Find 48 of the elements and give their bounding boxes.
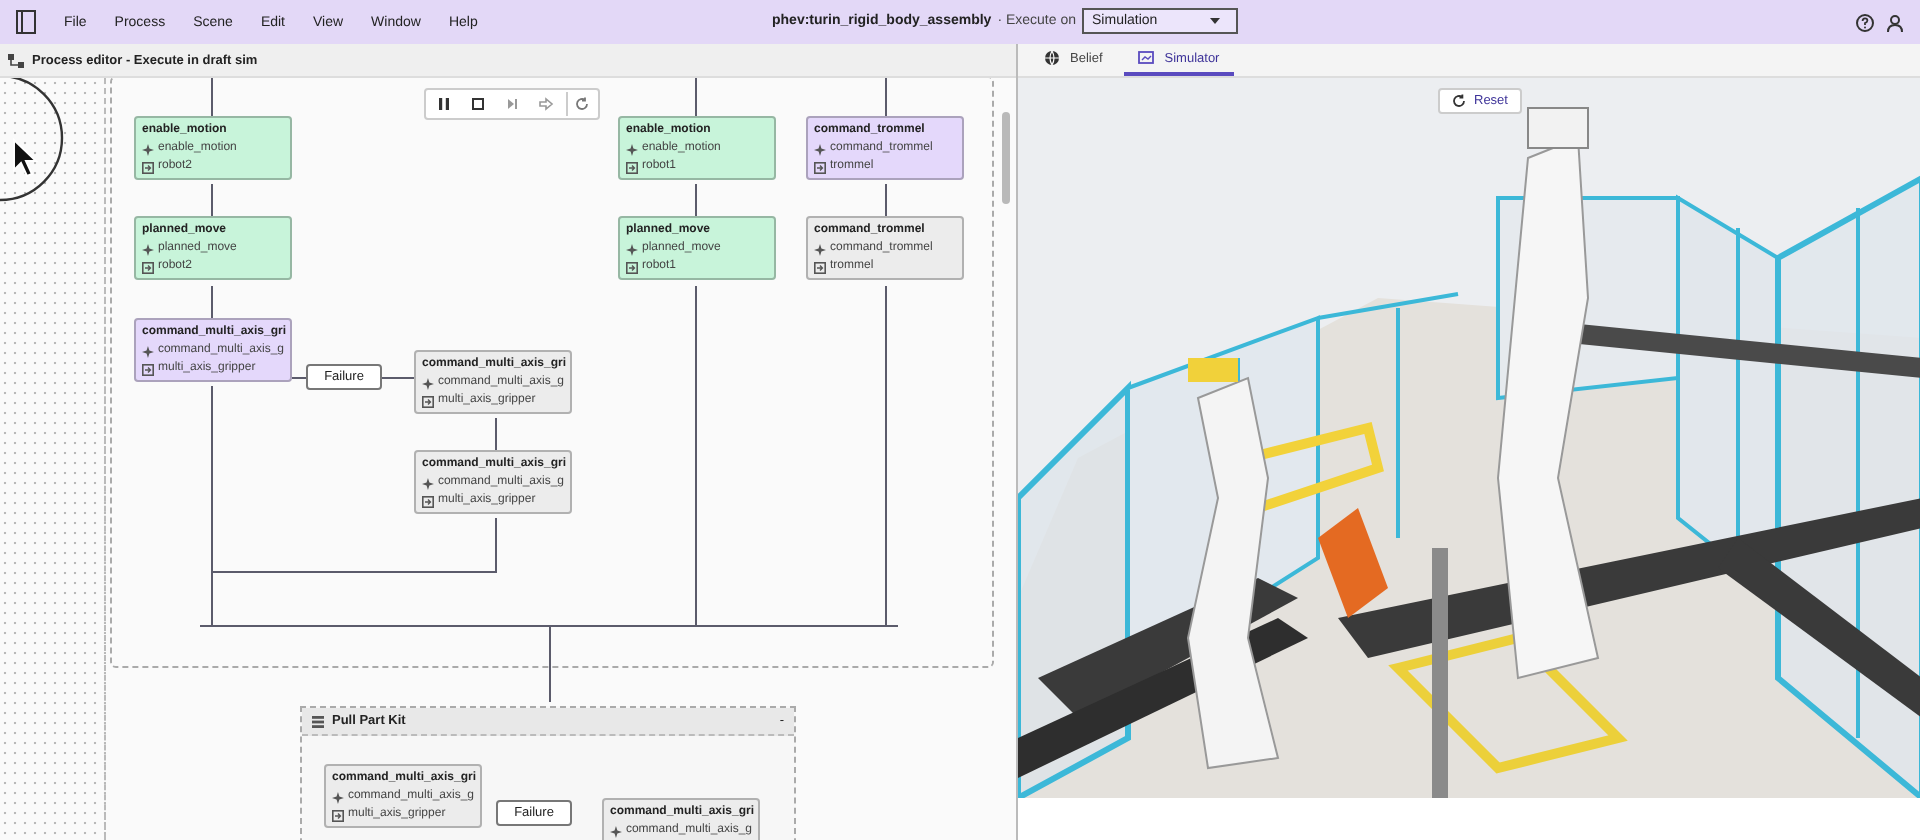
connector-line	[211, 183, 213, 217]
pause-icon	[436, 96, 452, 112]
globe-icon	[1044, 50, 1060, 66]
resource-icon	[626, 261, 638, 273]
resource-icon	[142, 261, 154, 273]
connector-line	[381, 377, 415, 379]
user-icon[interactable]	[1886, 13, 1904, 31]
connector-line	[495, 417, 497, 451]
refresh-button[interactable]	[566, 92, 594, 116]
step-icon	[504, 96, 520, 112]
resource-icon	[626, 161, 638, 173]
connector-line	[291, 377, 307, 379]
connector-line	[885, 183, 887, 217]
list-icon	[312, 715, 324, 727]
connector-line	[695, 78, 697, 117]
resource-icon	[814, 261, 826, 273]
resource-icon	[422, 395, 434, 407]
resource-icon	[332, 809, 344, 821]
sparkle-icon	[814, 243, 826, 255]
resource-icon	[142, 363, 154, 375]
connector-line	[695, 183, 697, 217]
image-icon	[1138, 50, 1155, 66]
sparkle-icon	[142, 143, 154, 155]
connector-line	[885, 78, 887, 117]
sparkle-icon	[142, 345, 154, 357]
resource-icon	[142, 161, 154, 173]
sparkle-icon	[626, 143, 638, 155]
resource-icon	[814, 161, 826, 173]
scrollbar-thumb[interactable]	[1002, 112, 1010, 204]
sparkle-icon	[814, 143, 826, 155]
refresh-icon	[573, 96, 589, 112]
connector-line	[211, 285, 213, 319]
connector-line	[211, 78, 213, 117]
help-icon[interactable]	[1856, 13, 1874, 31]
sparkle-icon	[422, 477, 434, 489]
sparkle-icon	[422, 377, 434, 389]
sparkle-icon	[626, 243, 638, 255]
app-logo-icon[interactable]	[16, 10, 36, 34]
flow-icon	[8, 53, 24, 67]
refresh-icon	[1452, 94, 1466, 108]
mouse-pointer-icon	[12, 138, 40, 178]
sparkle-icon	[142, 243, 154, 255]
resource-icon	[422, 495, 434, 507]
skip-icon	[538, 96, 554, 112]
caret-icon	[1209, 18, 1220, 24]
sparkle-icon	[332, 791, 344, 803]
sparkle-icon	[610, 825, 622, 837]
stop-icon	[470, 96, 486, 112]
